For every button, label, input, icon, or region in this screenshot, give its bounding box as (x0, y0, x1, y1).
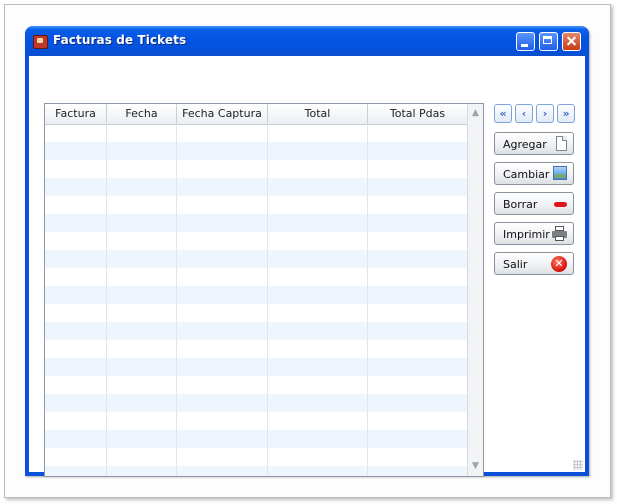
table-body[interactable] (45, 124, 467, 476)
table-row[interactable] (45, 358, 467, 376)
column-separator (176, 124, 177, 476)
table-row[interactable] (45, 196, 467, 214)
table-row[interactable] (45, 232, 467, 250)
column-separator (267, 124, 268, 476)
column-separator (367, 124, 368, 476)
next-record-button[interactable]: › (536, 104, 554, 123)
table-row[interactable] (45, 394, 467, 412)
table-row[interactable] (45, 250, 467, 268)
first-record-button[interactable]: « (494, 104, 512, 123)
minimize-button[interactable] (516, 32, 535, 51)
table-row[interactable] (45, 466, 467, 476)
cambiar-button[interactable]: Cambiar (494, 162, 574, 185)
borrar-label: Borrar (503, 198, 538, 211)
table-row[interactable] (45, 430, 467, 448)
table-row[interactable] (45, 160, 467, 178)
salir-button[interactable]: Salir ✕ (494, 252, 574, 275)
table-header: Factura Fecha Fecha Captura Total Total … (45, 104, 467, 125)
app-icon[interactable] (33, 35, 48, 49)
table-row[interactable] (45, 142, 467, 160)
salir-label: Salir (503, 258, 528, 271)
vertical-scrollbar[interactable]: ▲ ▼ (467, 104, 483, 476)
resize-grip[interactable] (573, 460, 583, 470)
table-row[interactable] (45, 322, 467, 340)
table-row[interactable] (45, 412, 467, 430)
imprimir-button[interactable]: Imprimir (494, 222, 574, 245)
table-row[interactable] (45, 124, 467, 142)
last-record-button[interactable]: » (557, 104, 575, 123)
table-row[interactable] (45, 268, 467, 286)
table-row[interactable] (45, 178, 467, 196)
window-title: Facturas de Tickets (53, 33, 187, 47)
column-header-fecha[interactable]: Fecha (107, 104, 177, 124)
exit-x-icon: ✕ (551, 256, 567, 272)
table-row[interactable] (45, 286, 467, 304)
delete-minus-icon (554, 202, 567, 207)
imprimir-label: Imprimir (503, 228, 550, 241)
maximize-button[interactable] (539, 32, 558, 51)
column-header-fecha-captura[interactable]: Fecha Captura (177, 104, 268, 124)
scroll-up-button[interactable]: ▲ (468, 105, 483, 121)
agregar-label: Agregar (503, 138, 547, 151)
agregar-button[interactable]: Agregar (494, 132, 574, 155)
table-row[interactable] (45, 340, 467, 358)
scroll-down-button[interactable]: ▼ (468, 458, 483, 474)
edit-picture-icon (553, 166, 567, 180)
column-header-total[interactable]: Total (268, 104, 368, 124)
close-window-button[interactable] (562, 32, 581, 51)
column-separator (106, 124, 107, 476)
title-bar[interactable]: Facturas de Tickets (25, 26, 589, 56)
cambiar-label: Cambiar (503, 168, 550, 181)
table-row[interactable] (45, 214, 467, 232)
invoices-table[interactable]: Factura Fecha Fecha Captura Total Total … (44, 103, 484, 477)
new-document-icon (556, 136, 567, 151)
borrar-button[interactable]: Borrar (494, 192, 574, 215)
table-row[interactable] (45, 448, 467, 466)
app-window: Facturas de Tickets Factura Fecha Fecha … (25, 26, 589, 477)
column-header-total-pdas[interactable]: Total Pdas (368, 104, 467, 124)
previous-record-button[interactable]: ‹ (515, 104, 533, 123)
client-area: Factura Fecha Fecha Captura Total Total … (29, 56, 585, 477)
printer-icon (552, 226, 567, 242)
table-row[interactable] (45, 304, 467, 322)
table-row[interactable] (45, 376, 467, 394)
column-header-factura[interactable]: Factura (45, 104, 107, 124)
